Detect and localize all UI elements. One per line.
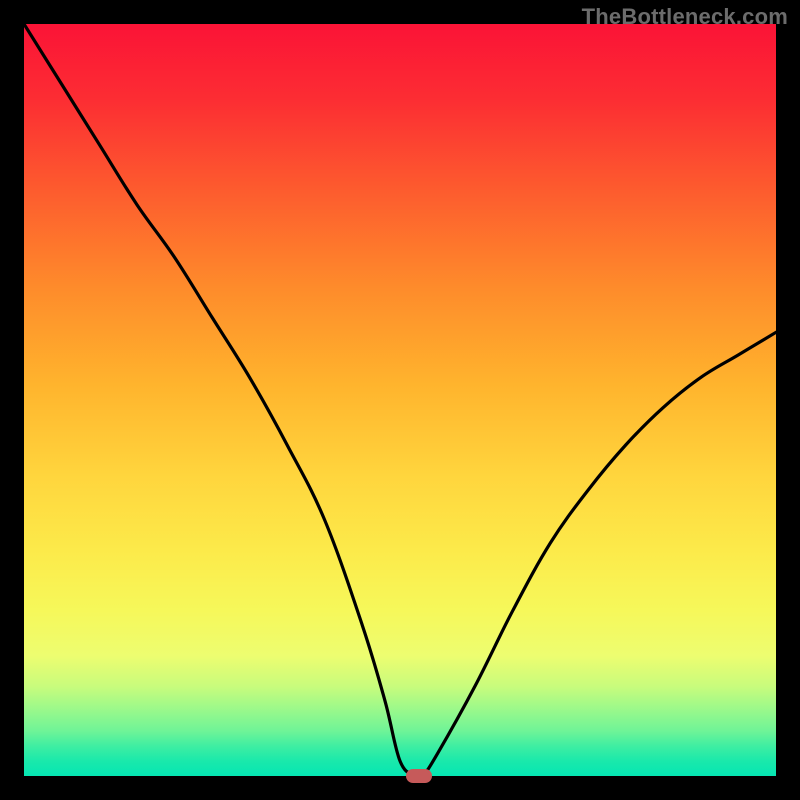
bottleneck-curve <box>24 24 776 776</box>
plot-area <box>24 24 776 776</box>
target-marker <box>406 769 432 783</box>
chart-frame: TheBottleneck.com <box>0 0 800 800</box>
